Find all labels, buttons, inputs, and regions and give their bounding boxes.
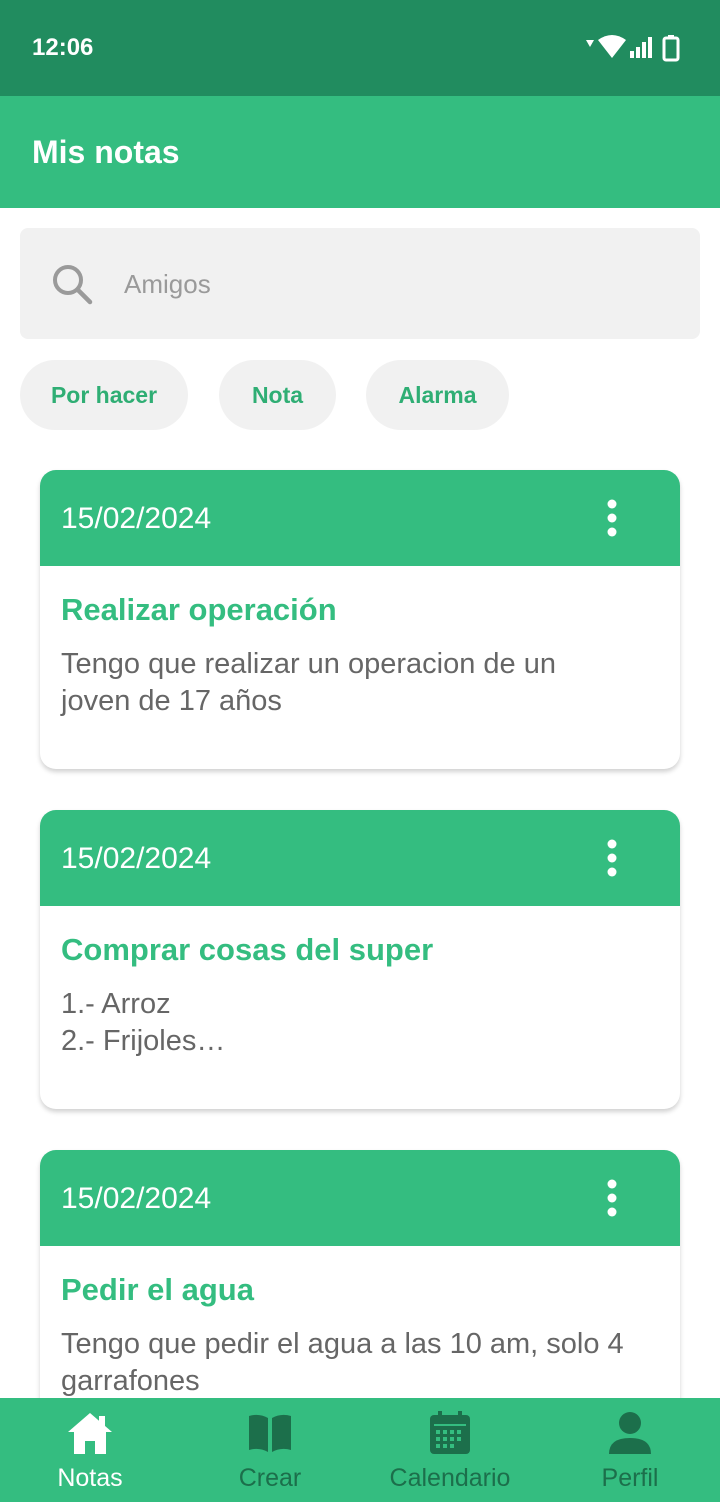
filter-chip-label: Por hacer bbox=[50, 381, 158, 408]
note-body: Tengo que pedir el agua a las 10 am, sol… bbox=[61, 1328, 624, 1397]
search-bar[interactable] bbox=[20, 228, 700, 339]
note-card-header: 15/02/2024 bbox=[40, 810, 680, 906]
book-icon bbox=[249, 1414, 291, 1452]
note-title: Realizar operación bbox=[61, 592, 337, 627]
wifi-icon bbox=[598, 35, 626, 58]
filter-chip-label: Nota bbox=[251, 381, 304, 408]
more-vert-icon[interactable] bbox=[596, 498, 628, 538]
filter-chip-label: Alarma bbox=[398, 381, 477, 408]
cellular-signal-icon bbox=[630, 37, 652, 58]
nav-label: Perfil bbox=[601, 1464, 659, 1492]
status-time: 12:06 bbox=[32, 34, 94, 61]
battery-icon bbox=[662, 35, 680, 62]
person-icon bbox=[609, 1412, 651, 1454]
nav-item-calendario[interactable]: Calendario bbox=[360, 1398, 540, 1502]
note-body: 1.- Arroz 2.- Frijoles… bbox=[61, 988, 226, 1057]
note-title: Pedir el agua bbox=[61, 1272, 254, 1307]
search-input[interactable] bbox=[124, 256, 664, 312]
note-card-header: 15/02/2024 bbox=[40, 470, 680, 566]
nav-label: Notas bbox=[57, 1464, 123, 1492]
filter-chip-por-hacer[interactable]: Por hacer bbox=[20, 360, 188, 430]
calendar-icon bbox=[430, 1411, 470, 1454]
more-vert-icon[interactable] bbox=[596, 838, 628, 878]
page-title: Mis notas bbox=[32, 134, 180, 170]
more-vert-icon[interactable] bbox=[596, 1178, 628, 1218]
note-body: Tengo que realizar un operacion de un jo… bbox=[61, 648, 556, 717]
note-card[interactable]: 15/02/2024 Realizar operación Tengo que … bbox=[40, 470, 680, 769]
filter-chip-alarma[interactable]: Alarma bbox=[366, 360, 509, 430]
nav-item-perfil[interactable]: Perfil bbox=[540, 1398, 720, 1502]
home-icon bbox=[68, 1413, 112, 1454]
nav-label: Calendario bbox=[389, 1464, 511, 1492]
status-icons bbox=[586, 35, 680, 62]
note-date: 15/02/2024 bbox=[61, 502, 212, 535]
status-bar: 12:06 bbox=[0, 0, 720, 96]
search-icon bbox=[53, 265, 93, 305]
nav-item-crear[interactable]: Crear bbox=[180, 1398, 360, 1502]
app-bar: Mis notas bbox=[0, 96, 720, 208]
note-title: Comprar cosas del super bbox=[61, 932, 434, 967]
note-date: 15/02/2024 bbox=[61, 842, 212, 875]
nav-label: Crear bbox=[238, 1464, 302, 1492]
note-card-header: 15/02/2024 bbox=[40, 1150, 680, 1246]
nav-item-notas[interactable]: Notas bbox=[0, 1398, 180, 1502]
bottom-nav: Notas Crear Calendario Perfil bbox=[0, 1398, 720, 1502]
note-date: 15/02/2024 bbox=[61, 1182, 212, 1215]
note-card[interactable]: 15/02/2024 Comprar cosas del super 1.- A… bbox=[40, 810, 680, 1109]
signal-arrow-icon bbox=[586, 40, 594, 47]
filter-chip-nota[interactable]: Nota bbox=[219, 360, 336, 430]
